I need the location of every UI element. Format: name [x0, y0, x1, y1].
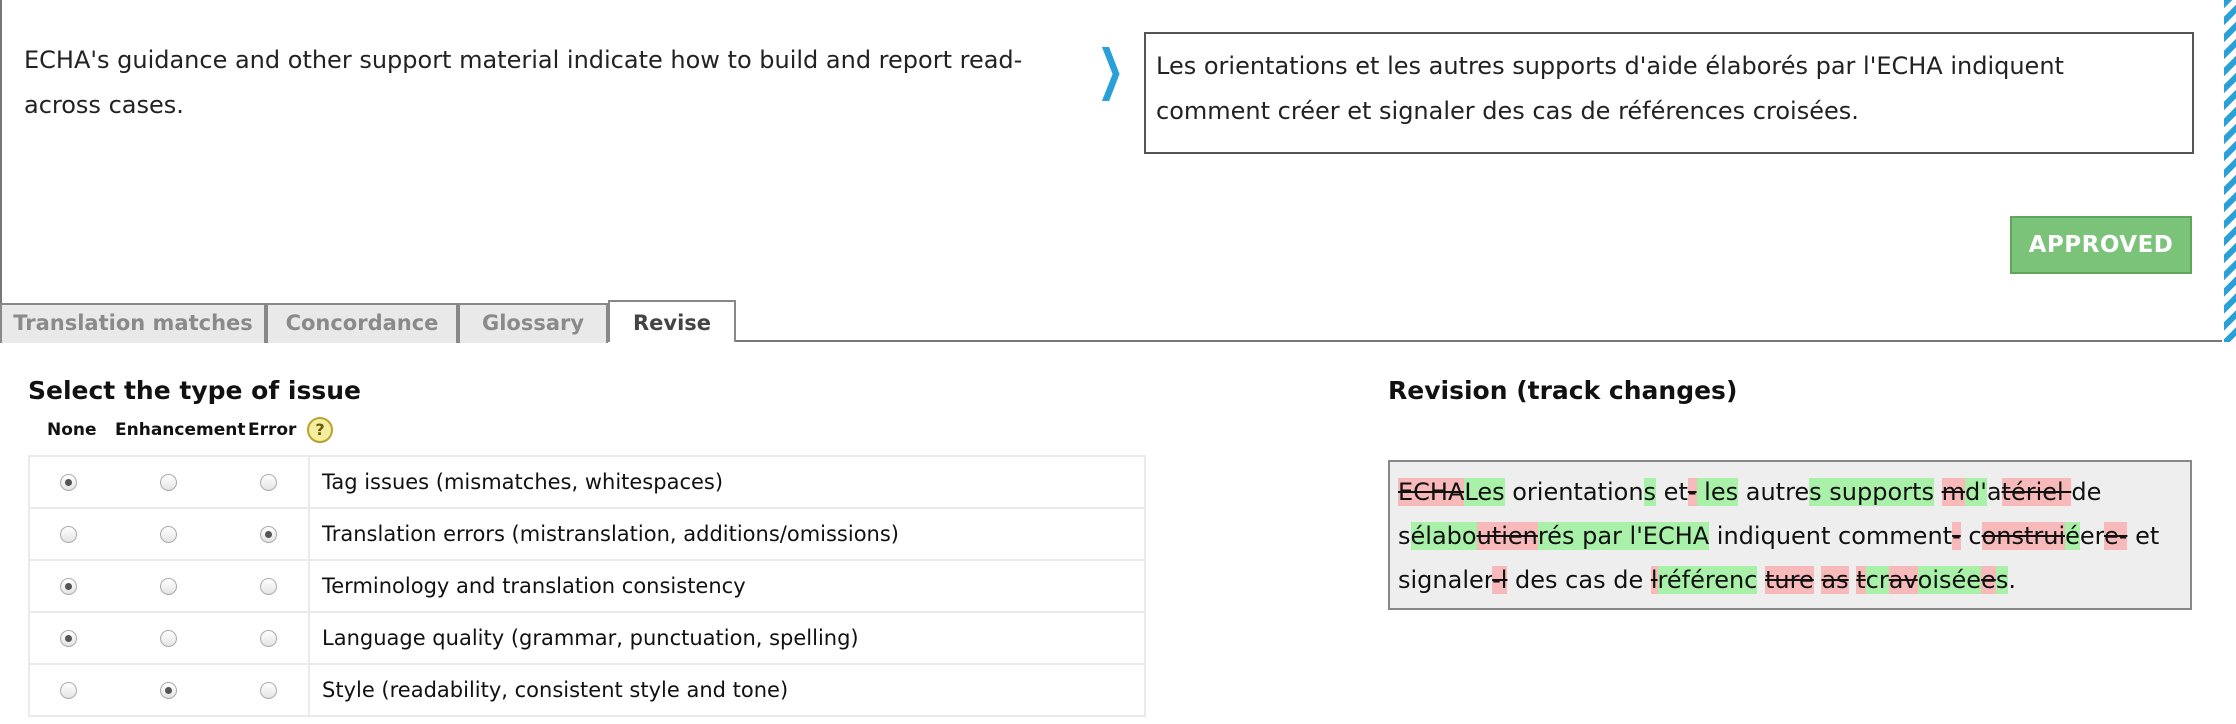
radio-error[interactable] [260, 474, 277, 491]
unchanged-text: signaler [1398, 566, 1493, 594]
column-header-error: Error [248, 420, 297, 440]
target-segment-text[interactable]: Les orientations et les autres supports … [1144, 32, 2194, 154]
radio-error[interactable] [260, 578, 277, 595]
unchanged-text: s [1398, 522, 1411, 550]
deleted-text: t [1856, 566, 1866, 594]
revision-heading: Revision (track changes) [1388, 376, 1738, 405]
chevron-right-icon[interactable]: ❯ [1097, 40, 1124, 100]
help-icon[interactable]: ? [307, 417, 333, 443]
deleted-text: - [1687, 478, 1697, 506]
radio-enhancement[interactable] [160, 578, 177, 595]
tab-bar: Translation matches Concordance Glossary… [0, 300, 2222, 343]
issue-type-heading: Select the type of issue [28, 376, 362, 405]
radio-error[interactable] [260, 526, 277, 543]
inserted-text: cr [1865, 566, 1889, 594]
issue-label: Style (readability, consistent style and… [308, 663, 1146, 717]
unchanged-text [1934, 478, 1942, 506]
inserted-text: é [2065, 522, 2080, 550]
deleted-text: m [1941, 478, 1965, 506]
inserted-text: les [1696, 478, 1739, 506]
deleted-text: e [1981, 566, 1996, 594]
deleted-text: av [1888, 566, 1918, 594]
column-header-enhancement: Enhancement [115, 420, 246, 440]
tab-glossary[interactable]: Glossary [458, 303, 608, 343]
radio-enhancement[interactable] [160, 682, 177, 699]
issue-row: Language quality (grammar, punctuation, … [28, 611, 1146, 665]
inserted-text: s [1643, 478, 1657, 506]
unchanged-text: orientation [1504, 478, 1644, 506]
inserted-text: Les [1464, 478, 1505, 506]
issue-row: Tag issues (mismatches, whitespaces) [28, 455, 1146, 509]
unchanged-text: et [1656, 478, 1688, 506]
segment-editor: ECHA's guidance and other support materi… [0, 0, 2236, 342]
column-header-none: None [47, 420, 97, 440]
inserted-text: s [1995, 566, 2009, 594]
radio-enhancement[interactable] [160, 526, 177, 543]
issue-radio-group [28, 663, 310, 717]
radio-none[interactable] [60, 526, 77, 543]
inserted-text: référenc [1657, 566, 1758, 594]
source-segment-text: ECHA's guidance and other support materi… [24, 46, 1023, 119]
issue-radio-group [28, 507, 310, 561]
deleted-text: as [1821, 566, 1849, 594]
inserted-text: oisée [1917, 566, 1982, 594]
issue-row: Translation errors (mistranslation, addi… [28, 507, 1146, 561]
radio-enhancement[interactable] [160, 630, 177, 647]
unchanged-text: indiquent comment [1709, 522, 1953, 550]
issue-type-table: Tag issues (mismatches, whitespaces) Tran… [28, 455, 1146, 717]
deleted-text: tériel [2001, 478, 2072, 506]
tab-translation-matches[interactable]: Translation matches [0, 303, 266, 343]
unchanged-text: des cas de [1507, 566, 1651, 594]
issue-radio-group [28, 559, 310, 613]
tab-revise[interactable]: Revise [608, 300, 736, 342]
issue-label: Translation errors (mistranslation, addi… [308, 507, 1146, 561]
tab-concordance[interactable]: Concordance [266, 303, 458, 343]
deleted-text: ECHA [1398, 478, 1465, 506]
scroll-stripe-bar [2224, 0, 2236, 342]
radio-enhancement[interactable] [160, 474, 177, 491]
issue-label: Language quality (grammar, punctuation, … [308, 611, 1146, 665]
radio-error[interactable] [260, 682, 277, 699]
revision-track-changes: ECHALes orientations et- les autres supp… [1388, 460, 2192, 610]
unchanged-text: de [2071, 478, 2102, 506]
unchanged-text: . [2008, 566, 2016, 594]
inserted-text: rés par l'ECHA [1537, 522, 1710, 550]
unchanged-text: autre [1738, 478, 1810, 506]
deleted-text: l [1650, 566, 1658, 594]
issue-label: Terminology and translation consistency [308, 559, 1146, 613]
radio-none[interactable] [60, 578, 77, 595]
issue-row: Terminology and translation consistency [28, 559, 1146, 613]
unchanged-text: et [2127, 522, 2160, 550]
deleted-text: utien [1476, 522, 1538, 550]
deleted-text: e- [2104, 522, 2128, 550]
issue-radio-group [28, 611, 310, 665]
unchanged-text: a [1986, 478, 2002, 506]
unchanged-text [1757, 566, 1765, 594]
approved-button[interactable]: APPROVED [2010, 216, 2192, 274]
inserted-text: élabo [1410, 522, 1477, 550]
radio-none[interactable] [60, 474, 77, 491]
issue-radio-group [28, 455, 310, 509]
deleted-text: onstrui [1981, 522, 2066, 550]
issue-label: Tag issues (mismatches, whitespaces) [308, 455, 1146, 509]
unchanged-text: er [2079, 522, 2105, 550]
deleted-text: -l [1492, 566, 1508, 594]
inserted-text: s supports [1809, 478, 1934, 506]
issue-row: Style (readability, consistent style and… [28, 663, 1146, 717]
radio-none[interactable] [60, 630, 77, 647]
radio-none[interactable] [60, 682, 77, 699]
deleted-text: ture [1765, 566, 1814, 594]
unchanged-text: c [1960, 522, 1982, 550]
radio-error[interactable] [260, 630, 277, 647]
deleted-text: - [1952, 522, 1961, 550]
inserted-text: d' [1964, 478, 1987, 506]
